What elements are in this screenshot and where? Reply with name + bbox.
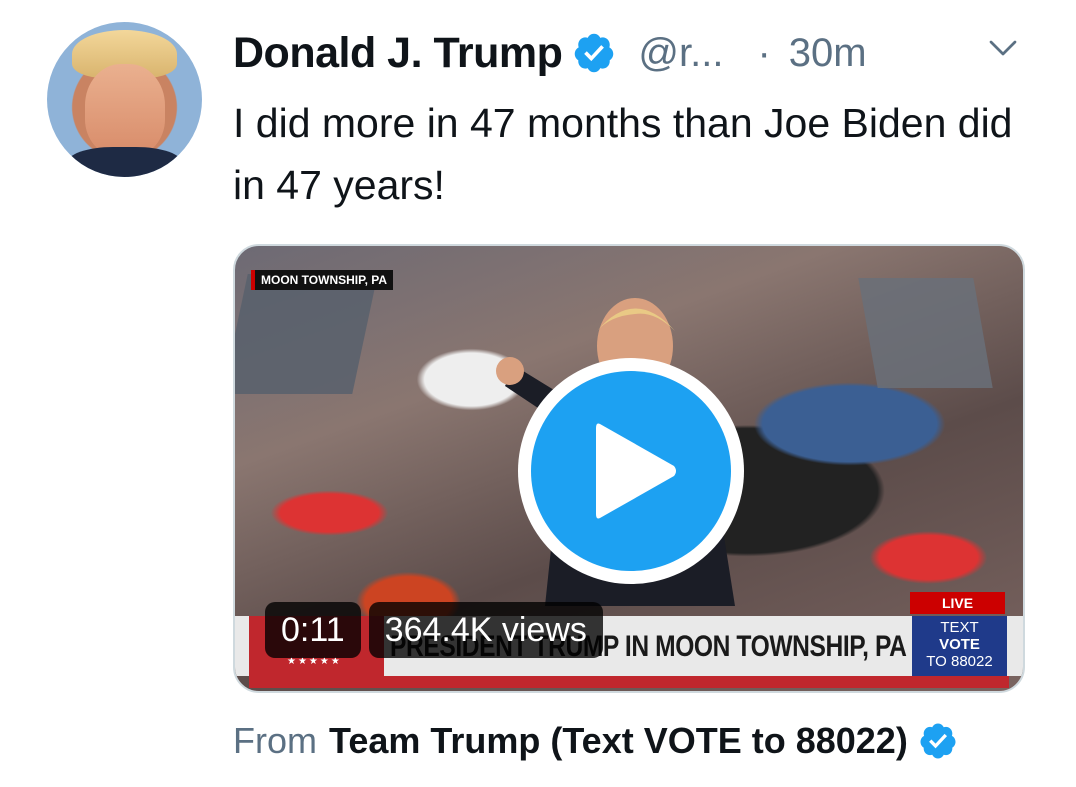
location-tag: MOON TOWNSHIP, PA [251, 270, 394, 290]
avatar[interactable] [47, 22, 202, 177]
avatar-face [85, 64, 165, 156]
text-vote-box: TEXT VOTE TO 88022 [912, 616, 1007, 676]
teleprompter-right [858, 278, 993, 388]
source-account-link[interactable]: Team Trump (Text VOTE to 88022) [329, 720, 908, 762]
chyron-bottom-bar [249, 676, 1009, 688]
video-source-attribution: From Team Trump (Text VOTE to 88022) [233, 720, 958, 762]
vote-line-3: TO 88022 [926, 653, 993, 670]
verified-badge-icon [918, 721, 958, 761]
author-handle[interactable]: @r... [638, 31, 723, 76]
author-name[interactable]: Donald J. Trump [233, 29, 563, 78]
video-duration: 0:11 [265, 602, 361, 658]
verified-badge-icon [572, 31, 616, 75]
play-button[interactable] [518, 358, 744, 584]
vote-line-1: TEXT [940, 619, 979, 636]
teleprompter-left [235, 274, 378, 394]
chevron-down-icon[interactable] [985, 30, 1021, 66]
tweet-text: I did more in 47 months than Joe Biden d… [233, 100, 1013, 208]
tweet-header: Donald J. Trump @r... · 30m [233, 27, 867, 79]
separator-dot: · [757, 30, 771, 75]
video-views: 364.4K views [368, 602, 603, 658]
tweet-timestamp[interactable]: 30m [789, 31, 867, 76]
from-label: From [233, 720, 317, 761]
video-player[interactable]: MOON TOWNSHIP, PA LIVE ★★★★★ PRESIDENT T… [233, 244, 1025, 693]
play-icon [596, 423, 676, 519]
video-stats: 0:11 364.4K views [265, 602, 603, 658]
avatar-shirt [67, 147, 182, 177]
live-badge: LIVE [910, 592, 1005, 614]
vote-line-2: VOTE [939, 636, 980, 653]
